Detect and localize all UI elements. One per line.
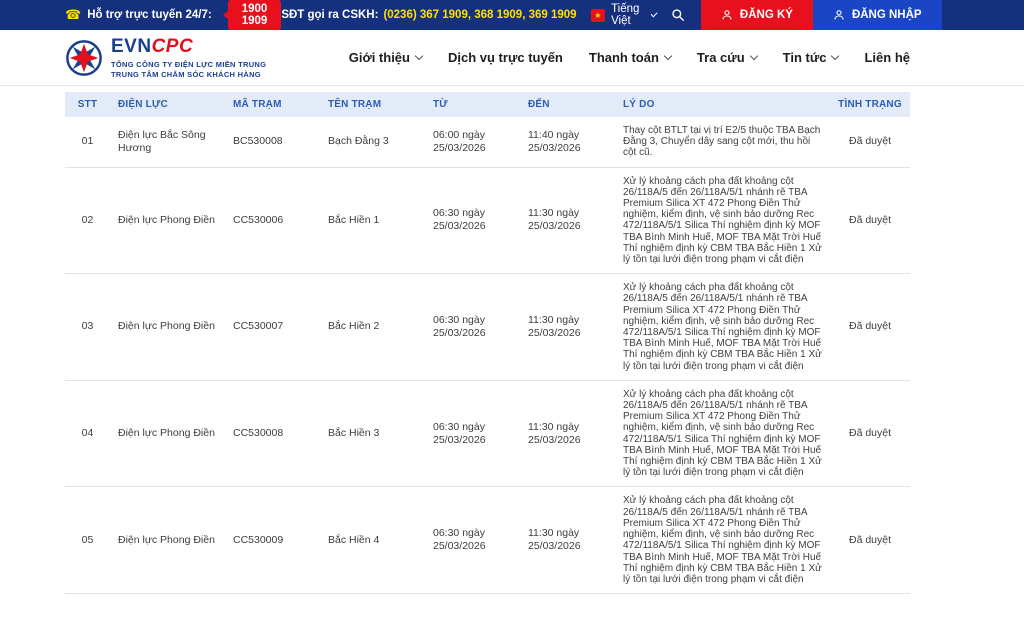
cell-ly-do: Xử lý khoảng cách pha đất khoảng cột 26/… [623, 388, 822, 479]
cell-ma-tram: CC530007 [233, 320, 284, 333]
chevron-down-icon [831, 51, 840, 61]
col-header-ly-do: LÝ DO [615, 92, 830, 117]
brand-evn: EVN [111, 35, 152, 57]
cell-ten-tram: Bạch Đằng 3 [328, 135, 389, 148]
cell-tu: 06:30 ngày 25/03/2026 [433, 207, 486, 233]
cell-den: 11:30 ngày 25/03/2026 [528, 527, 581, 553]
org-line-2: TRUNG TÂM CHĂM SÓC KHÁCH HÀNG [111, 69, 261, 79]
cell-ly-do: Thay cột BTLT tại vị trí E2/5 thuộc TBA … [623, 125, 821, 159]
outage-table-body: 01 Điện lực Bắc Sông Hương BC530008 Bạch… [65, 117, 910, 594]
cell-tinh-trang: Đã duyệt [848, 533, 892, 546]
cell-stt: 02 [81, 213, 94, 226]
col-header-ma-tram: MÃ TRẠM [225, 92, 320, 117]
nav-tra-cuu[interactable]: Tra cứu [697, 50, 758, 65]
cell-tu: 06:30 ngày 25/03/2026 [433, 420, 486, 446]
top-utility-bar: ☎ Hỗ trợ trực tuyến 24/7: 1900 1909 SĐT … [0, 0, 1024, 30]
cell-tinh-trang: Đã duyệt [848, 320, 892, 333]
cell-dien-luc: Điện lực Phong Điền [118, 533, 215, 546]
cell-den: 11:30 ngày 25/03/2026 [528, 207, 581, 233]
outage-table: STT ĐIỆN LỰC MÃ TRẠM TÊN TRẠM TỪ ĐẾN LÝ … [65, 92, 910, 594]
cell-ma-tram: CC530009 [233, 533, 284, 546]
table-row: 05 Điện lực Phong Điền CC530009 Bắc Hiền… [65, 487, 910, 594]
cell-den: 11:40 ngày 25/03/2026 [528, 128, 581, 154]
cell-ly-do: Xử lý khoảng cách pha đất khoảng cột 26/… [623, 175, 822, 266]
hotline-badge[interactable]: 1900 1909 [227, 0, 282, 30]
cell-tu: 06:30 ngày 25/03/2026 [433, 313, 486, 340]
chevron-down-icon [414, 51, 424, 61]
col-header-ten-tram: TÊN TRẠM [320, 92, 425, 117]
cell-stt: 05 [81, 533, 94, 546]
cell-ly-do: Xử lý khoảng cách pha đất khoảng cột 26/… [623, 495, 822, 585]
phone-icon: ☎ [65, 7, 82, 22]
cell-ten-tram: Bắc Hiền 1 [328, 213, 380, 226]
nav-tin-tuc[interactable]: Tin tức [783, 50, 840, 65]
cell-tinh-trang: Đã duyệt [848, 213, 892, 226]
chevron-down-icon [650, 9, 659, 18]
table-row: 01 Điện lực Bắc Sông Hương BC530008 Bạch… [65, 117, 910, 168]
cell-stt: 04 [81, 427, 94, 440]
cell-den: 11:30 ngày 25/03/2026 [528, 420, 581, 446]
support-label: Hỗ trợ trực tuyến 24/7: [87, 9, 212, 21]
cell-dien-luc: Điện lực Phong Điền [118, 213, 215, 226]
login-label: ĐĂNG NHẬP [851, 9, 922, 21]
table-row: 03 Điện lực Phong Điền CC530007 Bắc Hiền… [65, 274, 910, 381]
cskh-phone-numbers: (0236) 367 1909, 368 1909, 369 1909 [383, 9, 577, 21]
cell-ly-do: Xử lý khoảng cách pha đất khoảng cột 26/… [623, 282, 822, 372]
nav-thanh-toan[interactable]: Thanh toán [589, 50, 673, 65]
cell-dien-luc: Điện lực Phong Điền [118, 320, 215, 333]
cell-stt: 03 [81, 320, 94, 333]
cell-ma-tram: BC530008 [233, 135, 283, 148]
nav-lien-he[interactable]: Liên hệ [864, 50, 910, 65]
person-icon [834, 10, 844, 20]
brand-cpc: CPC [151, 35, 194, 57]
language-label: Tiếng Việt [611, 3, 640, 27]
cell-dien-luc: Điện lực Phong Điền [118, 427, 215, 440]
table-row: 04 Điện lực Phong Điền CC530008 Bắc Hiền… [65, 380, 910, 487]
evn-star-logo-icon [66, 39, 102, 76]
outage-table-container: STT ĐIỆN LỰC MÃ TRẠM TÊN TRẠM TỪ ĐẾN LÝ … [65, 92, 910, 594]
language-selector[interactable]: Tiếng Việt [611, 3, 659, 27]
register-button[interactable]: ĐĂNG KÝ [700, 0, 813, 30]
person-icon [722, 10, 732, 20]
col-header-tinh-trang: TÌNH TRẠNG [830, 92, 910, 117]
main-nav: Giới thiệu Dịch vụ trực tuyến Thanh toán… [349, 50, 910, 65]
cell-stt: 01 [81, 135, 94, 148]
nav-gioi-thieu[interactable]: Giới thiệu [349, 50, 424, 65]
vietnam-flag-icon: ★ [590, 8, 606, 22]
evncpc-logo[interactable]: EVNCPC TỔNG CÔNG TY ĐIỆN LỰC MIỀN TRUNG … [65, 36, 266, 80]
login-button[interactable]: ĐĂNG NHẬP [812, 0, 942, 30]
cell-tu: 06:00 ngày 25/03/2026 [433, 128, 486, 154]
cell-ma-tram: CC530008 [233, 427, 284, 440]
cell-tinh-trang: Đã duyệt [848, 135, 892, 148]
nav-dich-vu-truc-tuyen[interactable]: Dịch vụ trực tuyến [448, 50, 563, 65]
cell-ten-tram: Bắc Hiền 4 [328, 533, 380, 546]
cell-den: 11:30 ngày 25/03/2026 [528, 313, 581, 340]
register-label: ĐĂNG KÝ [739, 9, 793, 21]
cskh-label: SĐT gọi ra CSKH: [281, 9, 379, 21]
org-line-1: TỔNG CÔNG TY ĐIỆN LỰC MIỀN TRUNG [111, 59, 267, 69]
cell-dien-luc: Điện lực Bắc Sông Hương [118, 128, 206, 154]
search-icon [672, 9, 684, 21]
table-header-row: STT ĐIỆN LỰC MÃ TRẠM TÊN TRẠM TỪ ĐẾN LÝ … [65, 92, 910, 117]
chevron-down-icon [749, 51, 758, 61]
col-header-stt: STT [65, 92, 110, 117]
col-header-den: ĐẾN [520, 92, 615, 117]
cell-tu: 06:30 ngày 25/03/2026 [433, 527, 486, 553]
brand-name: EVNCPC [111, 36, 266, 58]
col-header-dien-luc: ĐIỆN LỰC [110, 92, 225, 117]
col-header-tu: TỪ [425, 92, 520, 117]
chevron-down-icon [663, 51, 673, 61]
cell-ma-tram: CC530006 [233, 213, 284, 226]
table-row: 02 Điện lực Phong Điền CC530006 Bắc Hiền… [65, 167, 910, 274]
search-button[interactable] [671, 8, 685, 22]
cell-tinh-trang: Đã duyệt [848, 427, 892, 440]
cell-ten-tram: Bắc Hiền 2 [328, 320, 380, 333]
main-header: EVNCPC TỔNG CÔNG TY ĐIỆN LỰC MIỀN TRUNG … [0, 30, 1024, 86]
cell-ten-tram: Bắc Hiền 3 [328, 427, 380, 440]
